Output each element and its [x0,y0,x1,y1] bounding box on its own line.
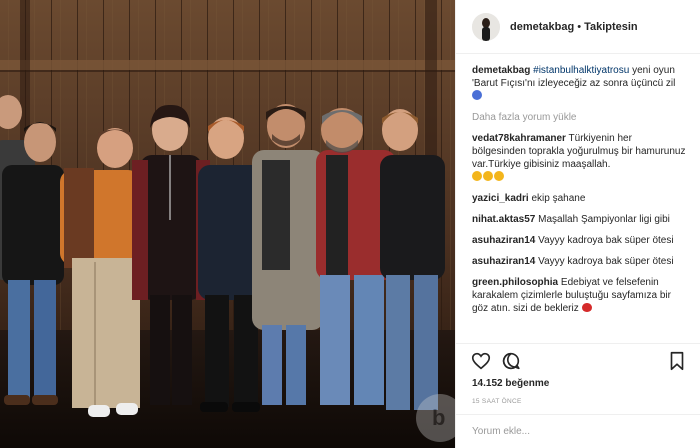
post-header: demetakbag • Takiptesin [456,0,700,54]
author-username[interactable]: demetakbag [510,21,574,33]
person-3 [60,128,140,417]
list-item: yazici_kadri ekip şahane [472,192,687,205]
separator-dot: • [577,20,582,33]
heart-icon[interactable] [470,350,492,372]
load-more-comments-button[interactable]: Daha fazla yorum yükle [472,111,687,124]
comment-username[interactable]: vedat78kahramaner [472,133,566,144]
add-comment-input[interactable] [472,422,672,440]
list-item: asuhaziran14 Vayyy kadroya bak süper öte… [472,255,687,268]
avatar[interactable] [472,12,500,41]
follow-status-button[interactable]: Takiptesin [584,21,638,33]
comment-text: ekip şahane [528,193,586,204]
theater-masks-emoji [472,90,482,100]
list-item: asuhaziran14 Vayyy kadroya bak süper öte… [472,234,687,247]
list-item: nihat.aktas57 Maşallah Şampiyonlar ligi … [472,213,687,226]
post-actions: 14.152 beğenme 15 SAAT ÖNCE [456,343,700,405]
post-timestamp: 15 SAAT ÖNCE [472,398,522,405]
comment-username[interactable]: yazici_kadri [472,193,529,204]
caption-username[interactable]: demetakbag [472,65,530,76]
list-item: vedat78kahramaner Türkiyenin her bölgesi… [472,132,687,184]
clap-emoji [494,171,504,181]
heart-emoji [581,303,592,312]
post-photo[interactable]: b [0,0,455,448]
comment-username[interactable]: nihat.aktas57 [472,214,535,225]
action-icons [470,350,687,374]
svg-text:b: b [432,405,445,430]
comment-text: Vayyy kadroya bak süper ötesi [535,256,674,267]
comment-username[interactable]: asuhaziran14 [472,256,535,267]
comment-text: Vayyy kadroya bak süper ötesi [535,235,674,246]
post-sidebar: demetakbag • Takiptesin demetakbag #ista… [455,0,700,448]
clap-emoji [483,171,493,181]
comment-icon[interactable] [500,350,522,372]
hashtag-link[interactable]: #istanbulhalktiyatrosu [533,65,629,76]
comment-username[interactable]: green.philosophia [472,277,558,288]
group-photo-image: b [0,0,455,448]
list-item: green.philosophia Edebiyat ve felsefenin… [472,276,687,315]
comments-list[interactable]: demetakbag #istanbulhalktiyatrosu yeni o… [472,64,687,347]
comment-username[interactable]: asuhaziran14 [472,235,535,246]
like-count[interactable]: 14.152 beğenme [472,378,549,389]
caption: demetakbag #istanbulhalktiyatrosu yeni o… [472,64,687,103]
comment-text: Maşallah Şampiyonlar ligi gibi [535,214,670,225]
add-comment-bar [456,414,700,448]
clap-emoji [472,171,482,181]
bookmark-icon[interactable] [666,350,688,372]
